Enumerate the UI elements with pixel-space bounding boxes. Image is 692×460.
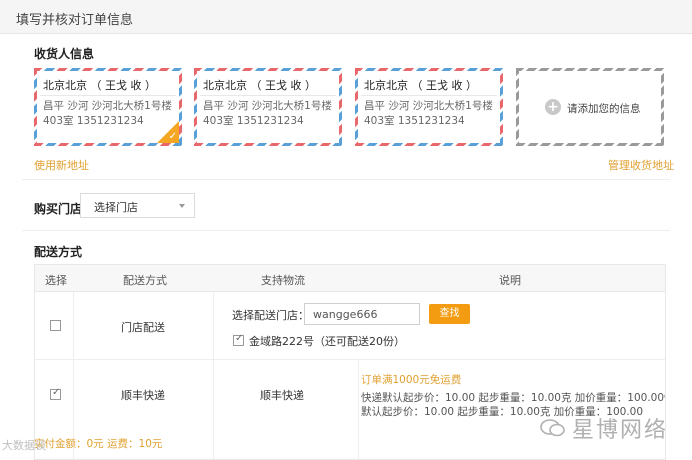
row-checkbox-store[interactable] [50,320,61,331]
column-divider [213,292,214,459]
add-address-label: 请添加您的信息 [567,103,641,115]
method-store-delivery: 门店配送 [121,321,165,334]
address-card-2[interactable]: 北京北京 （ 王戈 收 ） 昌平 沙河 沙河北大桥1号楼 403室 135123… [194,68,342,146]
store-result-label: 金域路222号（还可配送20份） [249,335,405,348]
method-express: 顺丰快递 [121,389,165,402]
free-shipping-note: 订单满1000元免运费 [361,374,462,386]
add-address-card[interactable]: + 请添加您的信息 [516,68,664,146]
watermark-right: 星博网络 [572,418,669,443]
address-card-address: 昌平 沙河 沙河北大桥1号楼 403室 1351231234 [203,100,332,127]
row-checkbox-express[interactable] [50,387,61,400]
address-card-name: 北京北京 （ 王戈 收 ） [43,79,156,92]
address-card-1[interactable]: 北京北京 （ 王戈 收 ） 昌平 沙河 沙河北大桥1号楼 403室 135123… [34,68,182,146]
search-button[interactable]: 查找 [429,304,470,324]
section-divider [22,230,670,231]
page-header: 填写并核对订单信息 [0,0,692,34]
header-notes: 说明 [499,274,521,287]
row-divider [35,359,665,360]
store-search-input[interactable] [304,303,420,325]
address-card-address: 昌平 沙河 沙河北大桥1号楼 403室 1351231234 [364,100,493,127]
header-method: 配送方式 [123,274,167,287]
delivery-section-title: 配送方式 [34,245,83,259]
chevron-down-icon [179,204,185,208]
address-card-3[interactable]: 北京北京 （ 王戈 收 ） 昌平 沙河 沙河北大桥1号楼 403室 135123… [355,68,503,146]
use-new-address-link[interactable]: 使用新地址 [34,157,89,173]
address-card-name: 北京北京 （ 王戈 收 ） [364,79,477,92]
card-divider [361,95,497,96]
header-logistics: 支持物流 [261,274,305,287]
store-result-checkbox[interactable] [233,333,244,346]
store-pick-label: 选择配送门店： [232,309,309,322]
manage-addresses-link[interactable]: 管理收货地址 [608,157,674,173]
page-title: 填写并核对订单信息 [16,13,134,28]
payment-summary: 实付金额：0元 运费：10元 [34,438,163,450]
address-card-address: 昌平 沙河 沙河北大桥1号楼 403室 1351231234 [43,100,172,127]
section-divider [22,179,670,180]
plus-icon: + [545,99,561,115]
store-search-field[interactable] [305,304,419,324]
logistics-express: 顺丰快递 [260,389,304,402]
pricing-note-line1: 快递默认起步价：10.00 起步重量：10.00克 加价重量：100.00快递 [361,392,666,404]
check-icon: ✓ [168,131,177,142]
receiver-section-title: 收货人信息 [34,47,95,61]
card-divider [40,95,176,96]
store-label: 购买门店 [34,202,83,216]
address-card-name: 北京北京 （ 王戈 收 ） [203,79,316,92]
watermark-left: 大数据谈 [2,439,46,452]
column-divider [358,359,359,459]
wechat-icon [540,419,565,437]
header-select: 选择 [45,274,67,287]
card-divider [200,95,336,96]
store-select-value: 选择门店 [94,201,138,214]
column-divider [73,292,74,459]
store-select[interactable]: 选择门店 [80,193,195,218]
table-header: 选择 配送方式 支持物流 说明 [35,265,665,292]
